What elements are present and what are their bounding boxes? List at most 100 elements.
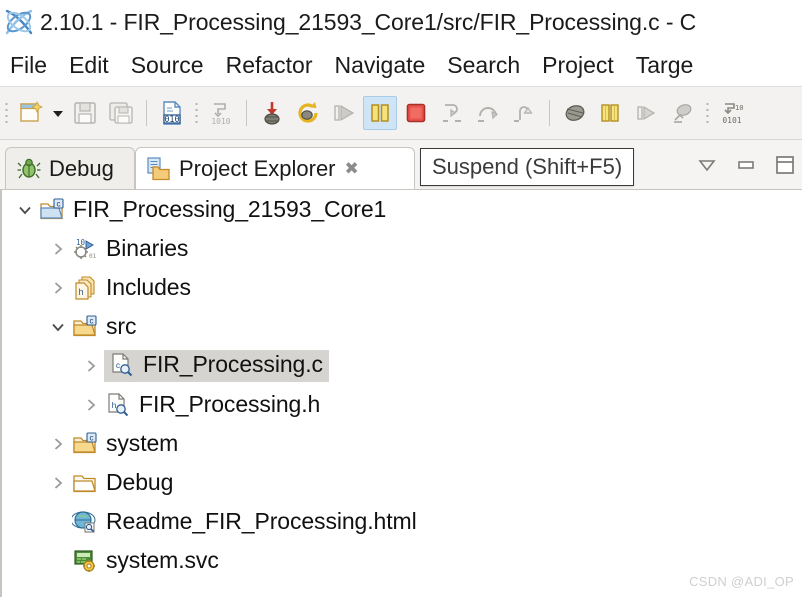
chevron-right-icon[interactable] [78,385,104,424]
menu-target[interactable]: Targe [636,52,694,79]
tree-row[interactable]: c FIR_Processing_21593_Core1 [0,190,802,229]
menu-refactor[interactable]: Refactor [226,52,313,79]
tree-node-label: Binaries [106,235,189,261]
project-explorer-tree: c FIR_Processing_21593_Core1 10 01 Binar… [0,189,802,597]
tree-node-label: FIR_Processing.c [143,351,323,377]
debug-icon [264,102,280,125]
toolbar-separator-2 [246,100,247,126]
tree-node-label: src [106,313,137,339]
menu-search[interactable]: Search [447,52,520,79]
new-file-dropdown-button[interactable] [49,96,67,130]
svg-text:h: h [78,287,83,297]
toolbar-separator [146,100,147,126]
toolbar-grip-2[interactable] [192,98,201,128]
tab-project-explorer[interactable]: Project Explorer ✖ [135,147,415,189]
svg-text:c: c [90,433,94,442]
maximize-view-button[interactable] [772,152,798,178]
step-over-button[interactable] [471,96,505,130]
new-file-button[interactable] [14,96,48,130]
save-all-icon [109,102,133,124]
menu-edit[interactable]: Edit [69,52,109,79]
chevron-down-icon [698,160,716,172]
tree-row[interactable]: c FIR_Processing.c [0,346,802,385]
tree-row[interactable]: h Includes [0,268,802,307]
step-return-button[interactable] [507,96,541,130]
chevron-right-icon[interactable] [45,268,71,307]
tree-row[interactable]: c system [0,424,802,463]
resume-icon [334,104,355,122]
tree-node-label: FIR_Processing.h [139,391,321,417]
view-menu-button[interactable] [694,152,720,178]
toolbar-grip[interactable] [2,98,11,128]
debug-button[interactable] [255,96,289,130]
tree-node-selection: c FIR_Processing.c [104,349,329,382]
c-folder-icon: c [71,430,99,458]
crosscore-logo-icon [5,9,33,35]
tree-row[interactable]: Readme_FIR_Processing.html [0,502,802,541]
new-file-icon [20,101,43,122]
step-into-button[interactable] [435,96,469,130]
processor-button[interactable] [558,96,592,130]
svg-text:10: 10 [735,104,743,112]
close-icon[interactable]: ✖ [345,159,359,179]
bug-icon [17,158,41,178]
run-to-line-button[interactable] [630,96,664,130]
menu-navigate[interactable]: Navigate [335,52,426,79]
chevron-down-icon[interactable] [45,307,71,346]
includes-icon: h [71,274,99,302]
view-toolbar [694,152,798,178]
suspend-button[interactable] [363,96,397,130]
chevron-right-icon[interactable] [45,424,71,463]
project-explorer-icon [147,156,170,180]
toolbar-grip-3[interactable] [703,98,712,128]
chevron-right-icon[interactable] [45,463,71,502]
save-button[interactable] [68,96,102,130]
tree-row[interactable]: Debug [0,463,802,502]
step-into-icon [443,104,461,122]
plain-folder-icon [71,469,99,497]
save-all-button[interactable] [104,96,138,130]
menu-file[interactable]: File [10,52,47,79]
disassembly-button[interactable] [666,96,700,130]
build-button[interactable]: 010 [155,96,189,130]
tooltip-text: Suspend (Shift+F5) [432,154,623,179]
menu-project[interactable]: Project [542,52,614,79]
save-icon [74,102,96,124]
source-folder-icon: c [71,313,99,341]
dropdown-arrow-icon [53,111,63,117]
resume-button[interactable] [327,96,361,130]
svg-text:0101: 0101 [722,116,741,125]
suspend-icon [371,104,389,122]
html-file-icon [71,508,99,536]
run-to-line-icon [637,105,656,121]
tree-row[interactable]: h FIR_Processing.h [0,385,802,424]
chevron-right-icon[interactable] [78,346,104,385]
application-window: 2.10.1 - FIR_Processing_21593_Core1/src/… [0,0,802,597]
minimize-view-button[interactable] [733,152,759,178]
chevron-right-icon[interactable] [45,229,71,268]
registers-icon: 10 0101 [722,103,743,125]
tree-row[interactable]: system.svc [0,541,802,580]
processor-icon [565,105,585,121]
memory-button[interactable] [594,96,628,130]
step-return-icon [514,106,533,122]
maximize-icon [776,156,794,174]
watermark: CSDN @ADI_OP [689,574,794,589]
tree-row[interactable]: c src [0,307,802,346]
svg-text:c: c [57,199,61,208]
c-project-folder-icon: c [38,196,66,224]
registers-button[interactable]: 10 0101 [715,96,749,130]
terminate-button[interactable] [399,96,433,130]
terminate-icon [406,103,426,123]
svg-text:01: 01 [89,253,97,260]
build-all-icon: 1010 [211,103,231,126]
chevron-down-icon[interactable] [12,190,38,229]
menu-bar: File Edit Source Refactor Navigate Searc… [0,44,802,86]
tree-row[interactable]: 10 01 Binaries [0,229,802,268]
svg-text:h: h [112,400,117,410]
menu-source[interactable]: Source [131,52,204,79]
build-all-button[interactable]: 1010 [204,96,238,130]
refresh-button[interactable] [291,96,325,130]
tab-debug[interactable]: Debug [5,147,135,189]
minimize-icon [738,161,754,169]
